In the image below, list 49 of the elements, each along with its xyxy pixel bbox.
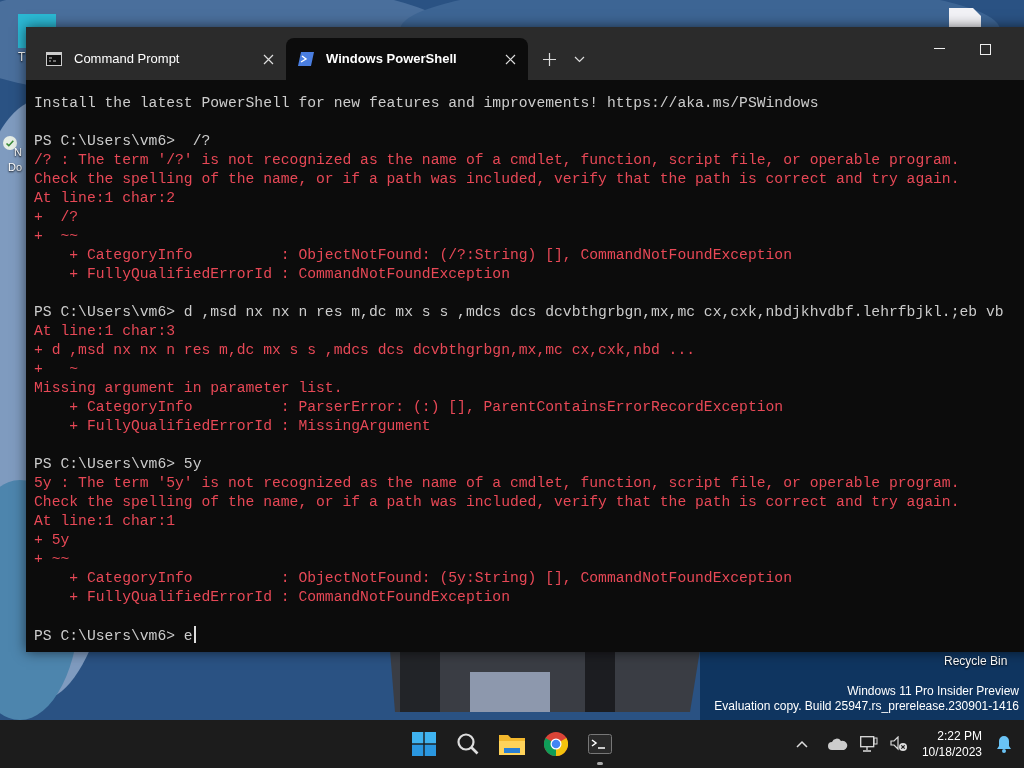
command-line: PS C:\Users\vm6> d ,msd nx nx n res m,dc mx s s ,mdcs dcs dcvbthgrbgn,mx,mc cx,cxk,nbdjkhvdbf.lehrfbjkl.;eb vb bbox=[34, 304, 1004, 320]
search-icon[interactable] bbox=[456, 732, 480, 756]
cloud-icon[interactable] bbox=[825, 736, 850, 752]
command-line: PS C:\Users\vm6> e bbox=[34, 628, 193, 644]
error-text: + /? bbox=[34, 209, 79, 225]
browser-icon[interactable] bbox=[544, 732, 568, 756]
error-text: + CategoryInfo : ParserError: (:) [], ParentContainsErrorRecordException bbox=[68, 399, 784, 415]
error-text: 5y : The term '5y' is not recognized as the name of a cmdlet, function, script file, or operable program. bbox=[34, 475, 960, 491]
terminal-tab[interactable]: Command Prompt bbox=[34, 38, 286, 80]
command-line: PS C:\Users\vm6> /? bbox=[34, 133, 211, 149]
icon-label[interactable]: T bbox=[18, 50, 26, 65]
console-icon bbox=[46, 52, 62, 66]
powershell-icon bbox=[298, 52, 314, 66]
error-text: + d ,msd nx nx n res m,dc mx s s ,mdcs dcs dcvbthgrbgn,mx,mc cx,cxk,nbd ... bbox=[34, 342, 696, 358]
icon-label[interactable]: Recycle Bin bbox=[944, 654, 1008, 669]
error-text: + CategoryInfo : ObjectNotFound: (5y:String) [], CommandNotFoundException bbox=[68, 570, 792, 586]
network-icon[interactable] bbox=[857, 734, 880, 754]
terminal-icon[interactable] bbox=[588, 734, 612, 754]
maximize-icon[interactable] bbox=[979, 43, 991, 55]
start-icon[interactable] bbox=[412, 732, 436, 756]
output-text: Install the latest PowerShell for new features and improvements! https://aka.ms/PSWindows bbox=[34, 95, 819, 111]
clock[interactable]: 2:22 PM 10/18/2023 bbox=[917, 728, 986, 760]
terminal-tab[interactable]: Windows PowerShell bbox=[286, 38, 528, 80]
bell-icon[interactable] bbox=[994, 733, 1014, 755]
error-text: + ~~ bbox=[34, 551, 70, 567]
error-text: + CategoryInfo : ObjectNotFound: (/?:String) [], CommandNotFoundException bbox=[68, 247, 792, 263]
close-icon[interactable] bbox=[263, 53, 274, 65]
error-text: + ~ bbox=[34, 361, 79, 377]
minimize-icon[interactable] bbox=[933, 48, 945, 50]
error-text: At line:1 char:2 bbox=[34, 190, 176, 206]
error-text: Check the spelling of the name, or if a path was included, verify that the path is correct and try again. bbox=[34, 494, 960, 510]
error-text: Check the spelling of the name, or if a path was included, verify that the path is correct and try again. bbox=[34, 171, 960, 187]
caret-icon[interactable] bbox=[573, 55, 585, 63]
watermark-text: Windows 11 Pro Insider Preview bbox=[846, 684, 1019, 699]
watermark-text: Evaluation copy. Build 25947.rs_prerelease.230901-1416 bbox=[714, 699, 1019, 714]
error-text: /? : The term '/?' is not recognized as the name of a cmdlet, function, script file, or operable program. bbox=[34, 152, 960, 168]
close-icon[interactable] bbox=[505, 53, 516, 65]
error-text: + ~~ bbox=[34, 228, 79, 244]
error-text: + FullyQualifiedErrorId : MissingArgument bbox=[68, 418, 431, 434]
muted-speaker-icon[interactable] bbox=[887, 734, 910, 754]
error-text: At line:1 char:3 bbox=[34, 323, 176, 339]
error-text: + 5y bbox=[34, 532, 70, 548]
plus-icon[interactable] bbox=[542, 52, 556, 66]
error-text: + FullyQualifiedErrorId : CommandNotFoundException bbox=[68, 266, 510, 282]
error-text: + FullyQualifiedErrorId : CommandNotFoundException bbox=[68, 589, 510, 605]
error-text: Missing argument in parameter list. bbox=[34, 380, 343, 396]
folder-icon[interactable] bbox=[499, 733, 525, 755]
error-text: At line:1 char:1 bbox=[34, 513, 176, 529]
command-line: PS C:\Users\vm6> 5y bbox=[34, 456, 202, 472]
